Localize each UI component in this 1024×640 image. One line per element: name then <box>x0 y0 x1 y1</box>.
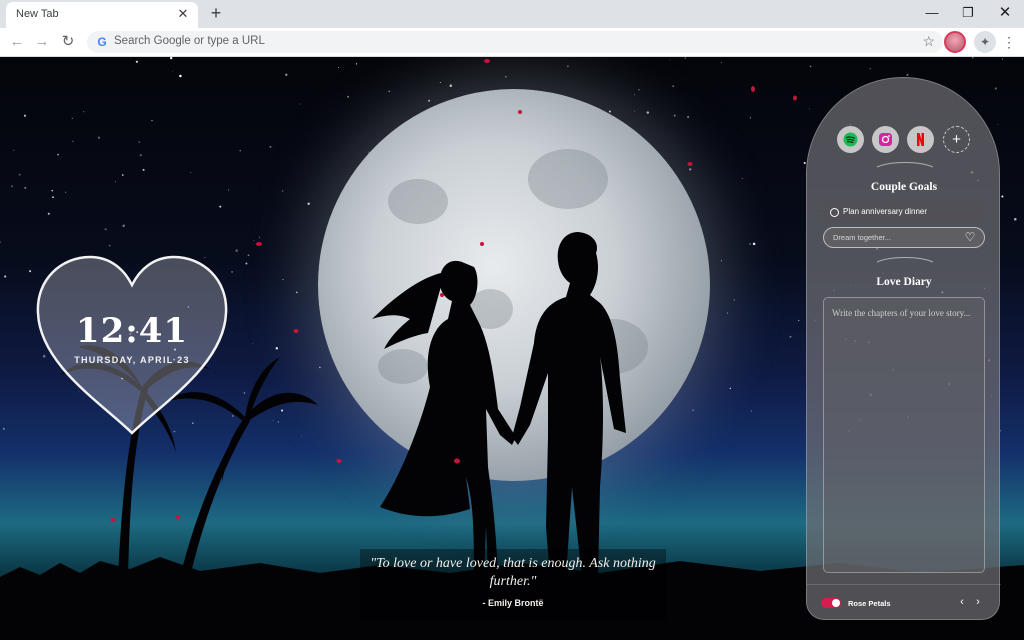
clock-date: THURSDAY, APRIL 23 <box>74 355 190 365</box>
goal-checkbox[interactable] <box>830 208 839 217</box>
goal-label: Plan anniversary dinner <box>843 207 928 216</box>
reload-icon[interactable]: ↻ <box>58 32 78 52</box>
spotify-icon <box>843 132 858 147</box>
google-icon: G <box>97 35 107 49</box>
rose-petals-toggle[interactable] <box>821 598 841 608</box>
couple-goals-title: Couple Goals <box>870 181 938 193</box>
divider-flourish <box>877 162 933 168</box>
netflix-icon <box>917 133 924 146</box>
goal-item[interactable]: Plan anniversary dinner <box>823 202 983 222</box>
clock-time: 12:41 <box>75 311 189 351</box>
forward-icon[interactable]: → <box>32 32 52 52</box>
chevron-right-icon[interactable]: › <box>972 595 984 609</box>
add-shortcut-button[interactable]: + <box>943 126 970 153</box>
back-icon[interactable]: ← <box>7 32 27 52</box>
heart-icon[interactable]: ♡ <box>963 230 977 244</box>
instagram-shortcut[interactable] <box>872 126 899 153</box>
heart-clock-widget: 12:41 THURSDAY, APRIL 23 <box>34 255 230 437</box>
address-bar-placeholder[interactable]: Search Google or type a URL <box>114 35 265 47</box>
quote-box: "To love or have loved, that is enough. … <box>360 549 666 621</box>
quote-text: "To love or have loved, that is enough. … <box>370 556 656 589</box>
menu-icon[interactable]: ⋮ <box>1002 33 1016 51</box>
divider-flourish <box>877 257 933 263</box>
love-diary-title: Love Diary <box>876 276 932 288</box>
tab-new-tab[interactable]: New Tab ✕ <box>6 2 198 28</box>
close-window-icon[interactable]: ✕ <box>993 4 1017 22</box>
rose-petals-label: Rose Petals <box>848 599 891 608</box>
star-icon[interactable]: ☆ <box>922 33 935 50</box>
spotify-shortcut[interactable] <box>837 126 864 153</box>
minimize-icon[interactable]: — <box>920 4 944 22</box>
close-tab-icon[interactable]: ✕ <box>175 6 191 22</box>
netflix-shortcut[interactable] <box>907 126 934 153</box>
tab-strip: New Tab ✕ + — ❐ ✕ <box>0 0 1024 28</box>
panel-footer: Rose Petals ‹ › <box>807 584 1001 621</box>
toggle-knob <box>832 599 840 607</box>
restore-icon[interactable]: ❐ <box>956 4 980 22</box>
side-panel: + Couple Goals Plan anniversary dinner ♡… <box>806 77 1001 621</box>
chevron-left-icon[interactable]: ‹ <box>956 595 968 609</box>
browser-toolbar: ← → ↻ G Search Google or type a URL ☆ <box>0 28 1024 57</box>
instagram-icon <box>879 133 892 146</box>
love-diary-textarea[interactable] <box>823 297 985 573</box>
dream-input[interactable] <box>823 227 985 248</box>
address-bar[interactable]: G Search Google or type a URL ☆ <box>87 31 943 53</box>
new-tab-button[interactable]: + <box>205 3 227 25</box>
extensions-icon[interactable]: ✦ <box>974 31 996 53</box>
tab-title: New Tab <box>16 8 59 20</box>
profile-avatar[interactable] <box>944 31 966 53</box>
quote-author: - Emily Brontë <box>482 598 544 608</box>
